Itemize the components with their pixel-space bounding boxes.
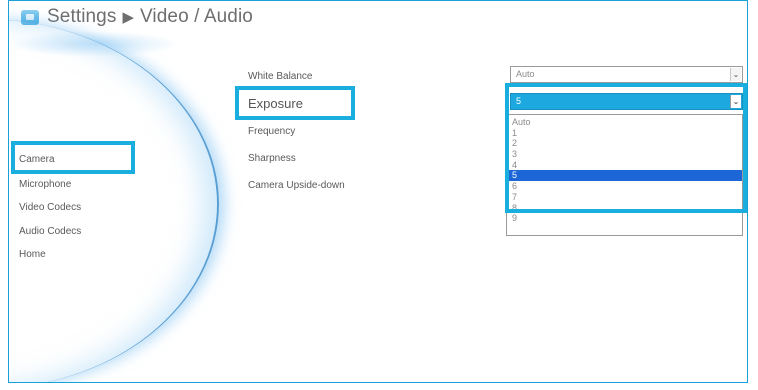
sidebar-item-camera[interactable]: Camera bbox=[19, 154, 55, 165]
sidebar-item-audio-codecs[interactable]: Audio Codecs bbox=[19, 226, 81, 237]
title-section: Video / Audio bbox=[140, 6, 253, 27]
option-8[interactable]: 8 bbox=[507, 203, 742, 214]
option-5[interactable]: 5 bbox=[507, 170, 742, 182]
chevron-down-icon[interactable]: ⌄ bbox=[730, 95, 741, 108]
frequency-label: Frequency bbox=[248, 126, 296, 137]
monitor-icon bbox=[21, 9, 39, 25]
sidebar-item-microphone[interactable]: Microphone bbox=[19, 179, 71, 190]
camera-upside-down-label: Camera Upside-down bbox=[248, 180, 345, 191]
white-balance-label: White Balance bbox=[248, 71, 313, 82]
sharpness-label: Sharpness bbox=[248, 153, 296, 164]
exposure-select[interactable]: 5 ⌄ bbox=[510, 93, 743, 110]
option-6[interactable]: 6 bbox=[507, 181, 742, 192]
option-2[interactable]: 2 bbox=[507, 138, 742, 149]
settings-window: Settings ▶ Video / Audio Camera Micropho… bbox=[8, 0, 748, 383]
option-1[interactable]: 1 bbox=[507, 128, 742, 139]
decorative-glow bbox=[9, 31, 179, 57]
exposure-dropdown-list: Auto 1 2 3 4 5 6 7 8 9 bbox=[506, 114, 743, 236]
white-balance-select[interactable]: Auto ⌄ bbox=[510, 66, 743, 83]
decorative-arc bbox=[9, 19, 219, 382]
page-title: Settings ▶ Video / Audio bbox=[21, 5, 253, 29]
chevron-down-icon[interactable]: ⌄ bbox=[730, 68, 741, 81]
option-7[interactable]: 7 bbox=[507, 192, 742, 203]
sidebar-item-home[interactable]: Home bbox=[19, 249, 46, 260]
white-balance-value: Auto bbox=[516, 69, 535, 79]
sidebar-item-video-codecs[interactable]: Video Codecs bbox=[19, 202, 81, 213]
option-auto[interactable]: Auto bbox=[507, 117, 742, 128]
exposure-label: Exposure bbox=[248, 96, 303, 111]
option-3[interactable]: 3 bbox=[507, 149, 742, 160]
option-4[interactable]: 4 bbox=[507, 160, 742, 171]
option-9[interactable]: 9 bbox=[507, 213, 742, 224]
breadcrumb-separator-icon: ▶ bbox=[122, 9, 134, 26]
title-app: Settings bbox=[47, 6, 117, 27]
exposure-value: 5 bbox=[516, 96, 522, 106]
